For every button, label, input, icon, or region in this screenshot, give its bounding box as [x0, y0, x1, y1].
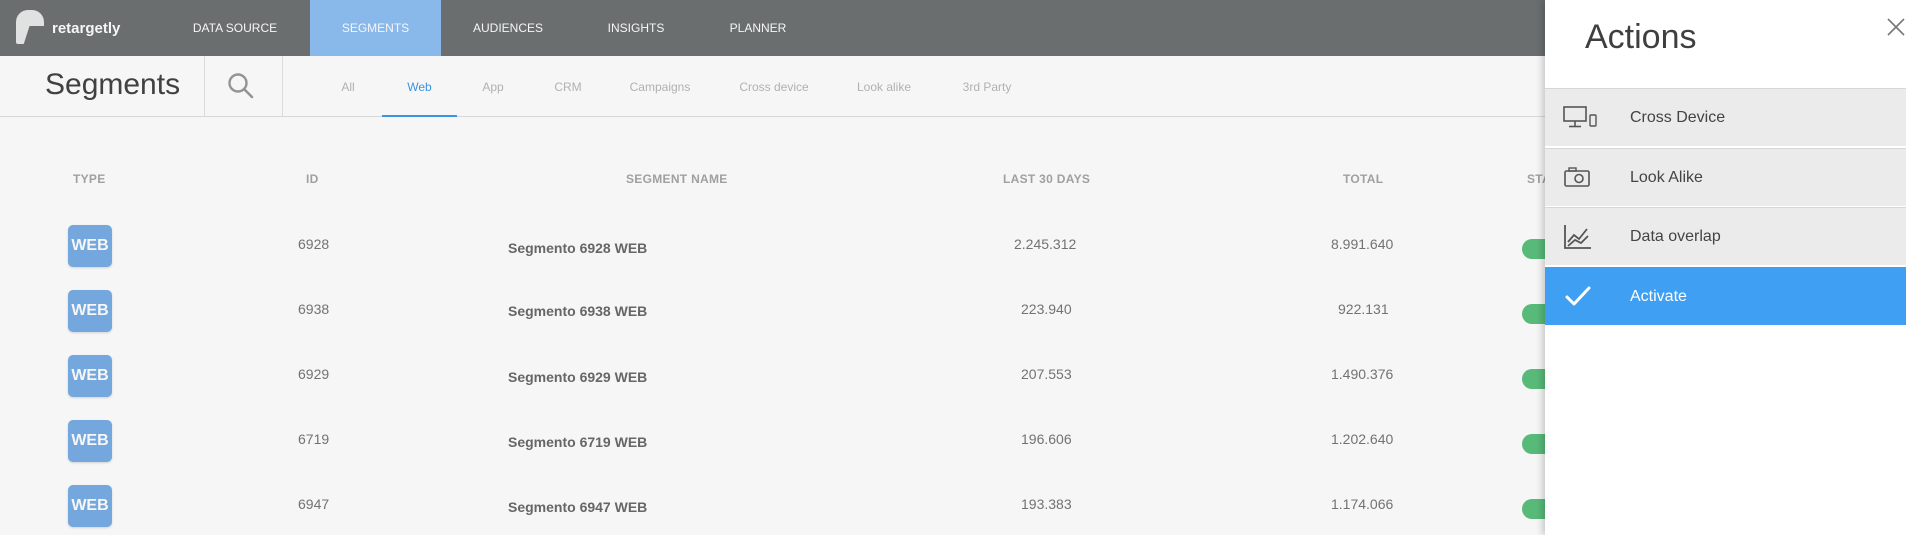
action-data-overlap[interactable]: Data overlap: [1545, 207, 1906, 265]
action-label: Look Alike: [1630, 169, 1703, 186]
line-chart-icon: [1564, 225, 1591, 249]
nav-item-data-source[interactable]: DATA SOURCE: [180, 0, 290, 56]
last-30-days-value: 196.606: [1021, 431, 1072, 447]
type-badge: WEB: [68, 355, 112, 397]
devices-icon: [1563, 106, 1597, 128]
actions-panel: Actions Cross Device Look Alike Data ove: [1545, 0, 1906, 535]
close-icon: [1887, 18, 1905, 36]
total-value: 1.174.066: [1331, 496, 1394, 512]
logo[interactable]: retargetly: [16, 8, 120, 48]
last-30-days-value: 2.245.312: [1014, 236, 1077, 252]
segment-id: 6938: [298, 301, 330, 317]
page-title: Segments: [45, 68, 181, 101]
action-label: Activate: [1630, 288, 1687, 305]
type-badge: WEB: [68, 290, 112, 332]
tab-campaigns[interactable]: Campaigns: [622, 56, 698, 117]
tab-look-alike[interactable]: Look alike: [850, 56, 918, 117]
column-header-id[interactable]: ID: [306, 172, 319, 186]
nav-item-audiences[interactable]: AUDIENCES: [460, 0, 556, 56]
nav-item-planner[interactable]: PLANNER: [718, 0, 798, 56]
close-button[interactable]: [1885, 16, 1906, 38]
type-badge: WEB: [68, 420, 112, 462]
action-activate[interactable]: Activate: [1545, 267, 1906, 325]
column-header-total[interactable]: TOTAL: [1343, 172, 1383, 186]
search-icon: [228, 73, 254, 99]
check-icon: [1565, 286, 1591, 306]
column-header-last-30-days[interactable]: LAST 30 DAYS: [1003, 172, 1090, 186]
camera-icon: [1564, 167, 1590, 187]
divider: [282, 56, 283, 116]
tab-3rd-party[interactable]: 3rd Party: [952, 56, 1022, 117]
action-label: Data overlap: [1630, 228, 1721, 245]
total-value: 8.991.640: [1331, 236, 1394, 252]
divider: [204, 56, 205, 116]
panel-title: Actions: [1585, 18, 1697, 56]
segment-id: 6929: [298, 366, 330, 382]
tab-web[interactable]: Web: [382, 56, 457, 117]
column-header-type[interactable]: TYPE: [73, 172, 106, 186]
total-value: 1.490.376: [1331, 366, 1394, 382]
nav-item-insights[interactable]: INSIGHTS: [598, 0, 674, 56]
segment-name[interactable]: Segmento 6719 WEB: [508, 434, 647, 450]
segment-name[interactable]: Segmento 6947 WEB: [508, 499, 647, 515]
column-header-segment-name[interactable]: SEGMENT NAME: [626, 172, 728, 186]
tab-cross-device[interactable]: Cross device: [732, 56, 816, 117]
last-30-days-value: 223.940: [1021, 301, 1072, 317]
type-badge: WEB: [68, 225, 112, 267]
tab-crm[interactable]: CRM: [548, 56, 588, 117]
segment-name[interactable]: Segmento 6928 WEB: [508, 240, 647, 256]
action-cross-device[interactable]: Cross Device: [1545, 88, 1906, 146]
segment-id: 6947: [298, 496, 330, 512]
total-value: 1.202.640: [1331, 431, 1394, 447]
action-label: Cross Device: [1630, 109, 1726, 126]
last-30-days-value: 193.383: [1021, 496, 1072, 512]
segment-name[interactable]: Segmento 6938 WEB: [508, 303, 647, 319]
action-look-alike[interactable]: Look Alike: [1545, 148, 1906, 206]
segment-name[interactable]: Segmento 6929 WEB: [508, 369, 647, 385]
segment-id: 6928: [298, 236, 330, 252]
last-30-days-value: 207.553: [1021, 366, 1072, 382]
tab-app[interactable]: App: [472, 56, 514, 117]
logo-mark-icon: [16, 10, 50, 48]
nav-item-segments[interactable]: SEGMENTS: [310, 0, 441, 56]
segment-id: 6719: [298, 431, 330, 447]
tab-all[interactable]: All: [330, 56, 366, 117]
total-value: 922.131: [1338, 301, 1389, 317]
logo-text: retargetly: [52, 19, 121, 37]
search-button[interactable]: [226, 71, 256, 101]
type-badge: WEB: [68, 485, 112, 527]
